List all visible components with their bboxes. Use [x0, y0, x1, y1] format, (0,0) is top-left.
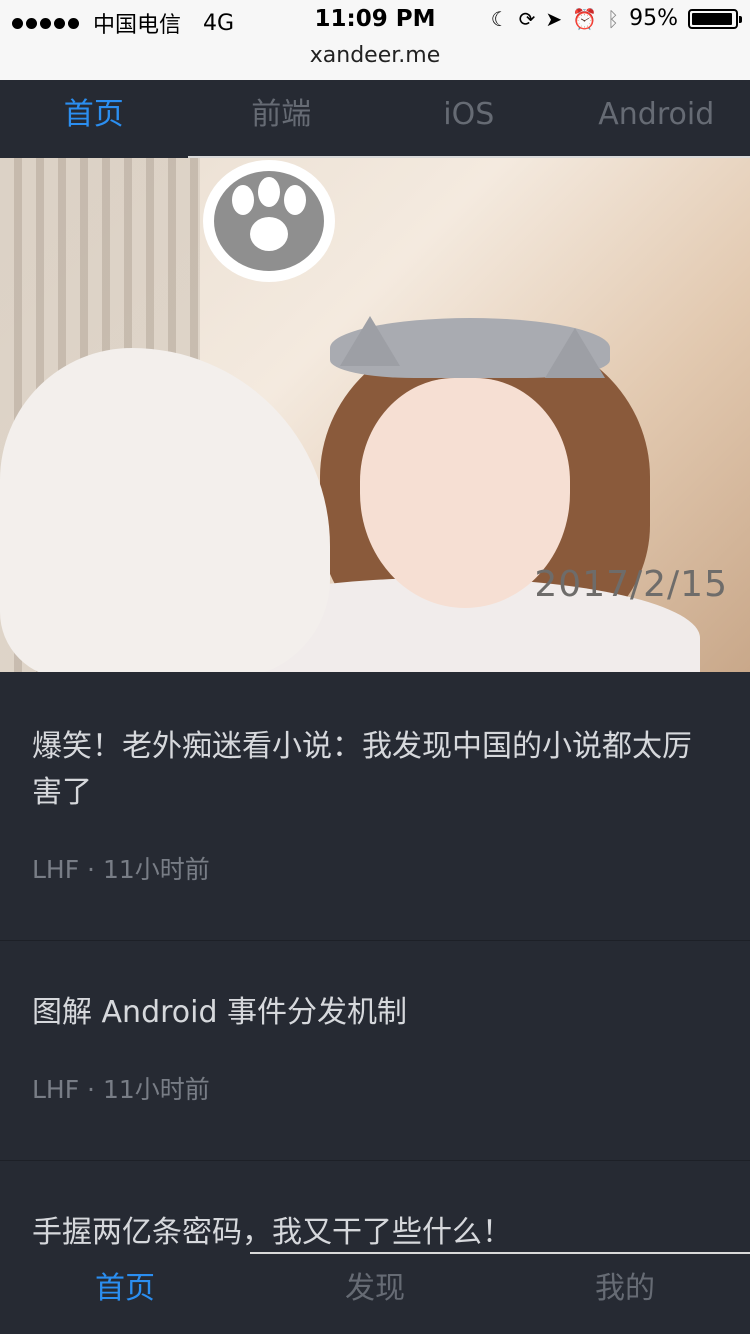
status-right: ☾ ⟳ ➤ ⏰ ᛒ 95%: [490, 6, 742, 31]
rotation-lock-icon: ⟳: [518, 6, 536, 31]
battery-icon: [688, 8, 742, 29]
status-bar: 中国电信 4G 11:09 PM ☾ ⟳ ➤ ⏰ ᛒ 95%: [0, 0, 750, 40]
tab-ios[interactable]: iOS: [375, 80, 563, 158]
article-meta: LHF · 11小时前: [32, 855, 210, 884]
article-title: 手握两亿条密码，我又干了些什么！: [32, 1215, 512, 1250]
article-item[interactable]: 图解 Android 事件分发机制 LHF · 11小时前: [0, 940, 750, 1161]
hero-banner-image[interactable]: 2017/2/15: [0, 158, 750, 672]
article-item[interactable]: 爆笑！老外痴迷看小说：我发现中国的小说都太厉害了 LHF · 11小时前: [0, 672, 750, 941]
moon-icon: ☾: [490, 6, 509, 31]
bottom-tab-home[interactable]: 首页: [0, 1254, 250, 1334]
paw-icon: [203, 160, 335, 282]
tab-android[interactable]: Android: [563, 80, 750, 158]
article-title: 图解 Android 事件分发机制: [32, 995, 408, 1030]
alarm-icon: ⏰: [572, 6, 598, 31]
battery-percent: 95%: [629, 6, 678, 31]
article-meta: LHF · 11小时前: [32, 1075, 210, 1104]
article-item[interactable]: 手握两亿条密码，我又干了些什么！: [0, 1160, 750, 1254]
bottom-tab-bar: 首页 发现 我的: [0, 1254, 750, 1334]
tab-frontend[interactable]: 前端: [188, 80, 376, 158]
url-bar[interactable]: xandeer.me: [0, 40, 750, 80]
location-icon: ➤: [545, 6, 563, 31]
bluetooth-icon: ᛒ: [607, 6, 620, 31]
top-tab-bar: 首页 前端 iOS Android: [0, 80, 750, 158]
url-text: xandeer.me: [309, 43, 441, 68]
bottom-tab-discover[interactable]: 发现: [250, 1254, 500, 1334]
article-title: 爆笑！老外痴迷看小说：我发现中国的小说都太厉害了: [32, 729, 692, 810]
hero-date: 2017/2/15: [534, 564, 728, 605]
bottom-tab-me[interactable]: 我的: [500, 1254, 750, 1334]
tab-home[interactable]: 首页: [0, 80, 188, 158]
